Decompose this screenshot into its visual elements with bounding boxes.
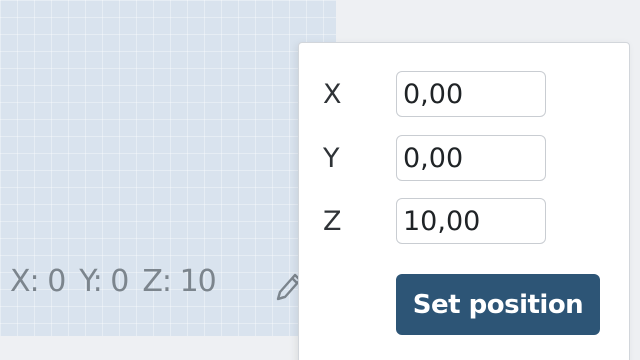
readout-x: X: 0 xyxy=(10,264,66,299)
field-row-z: Z xyxy=(299,198,629,246)
y-input[interactable] xyxy=(396,135,546,181)
set-position-button[interactable]: Set position xyxy=(396,274,600,335)
field-row-y: Y xyxy=(299,135,629,183)
coordinate-readout: X: 0 Y: 0 Z: 10 xyxy=(10,264,217,299)
readout-y: Y: 0 xyxy=(79,264,129,299)
x-input[interactable] xyxy=(396,71,546,117)
field-row-x: X xyxy=(299,71,629,119)
app-stage: X: 0 Y: 0 Z: 10 X Y Z Set position xyxy=(0,0,640,360)
readout-z: Z: 10 xyxy=(142,264,216,299)
z-input[interactable] xyxy=(396,198,546,244)
y-label: Y xyxy=(323,143,340,174)
z-label: Z xyxy=(323,206,342,237)
x-label: X xyxy=(323,79,342,110)
set-position-popup: X Y Z Set position xyxy=(298,42,630,360)
